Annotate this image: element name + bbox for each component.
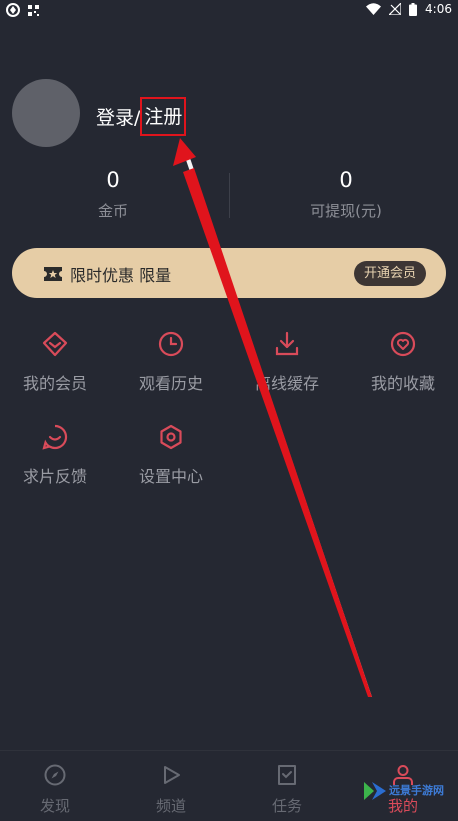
smile-icon <box>42 424 68 450</box>
vip-promo-banner[interactable]: 限时优惠 限量 开通会员 <box>12 248 446 298</box>
withdrawable-stat[interactable]: 0 可提现(元) <box>266 168 426 221</box>
ticket-star-icon <box>44 267 62 281</box>
menu-label: 我的会员 <box>22 374 87 393</box>
withdrawable-value: 0 <box>339 168 353 192</box>
no-signal-icon <box>389 3 402 15</box>
diamond-icon <box>42 331 68 357</box>
tab-channel[interactable]: 频道 <box>131 763 211 816</box>
login-link[interactable]: 登录/ <box>96 103 140 130</box>
menu-item-offline-cache[interactable]: 离线缓存 <box>237 328 337 394</box>
download-icon <box>275 331 299 356</box>
menu-label: 离线缓存 <box>254 374 319 393</box>
promo-text: 限时优惠 限量 <box>70 266 172 285</box>
stats-divider <box>229 173 230 218</box>
tab-label: 发现 <box>39 797 70 815</box>
qr-notification-icon <box>28 4 39 16</box>
menu-item-watch-history[interactable]: 观看历史 <box>121 328 221 394</box>
menu-item-request-feedback[interactable]: 求片反馈 <box>5 421 105 487</box>
menu-label: 我的收藏 <box>370 374 435 393</box>
tab-label: 频道 <box>155 797 186 815</box>
watermark-logo-icon <box>364 782 386 800</box>
login-register[interactable]: 登录/ 注册 <box>96 97 187 136</box>
tab-tasks[interactable]: 任务 <box>247 763 327 816</box>
compass-icon <box>44 764 66 786</box>
coins-label: 金币 <box>97 202 128 220</box>
site-watermark: 远景手游网 <box>364 782 444 800</box>
tab-label: 任务 <box>271 797 302 815</box>
menu-item-my-vip[interactable]: 我的会员 <box>5 328 105 394</box>
clock-icon <box>158 331 184 357</box>
open-vip-button[interactable]: 开通会员 <box>353 261 426 286</box>
battery-icon <box>409 2 418 16</box>
wifi-icon <box>366 3 382 15</box>
register-link[interactable]: 注册 <box>140 97 187 136</box>
gear-icon <box>160 424 182 450</box>
avatar[interactable] <box>12 79 80 147</box>
coins-value: 0 <box>106 168 120 192</box>
app-notification-icon <box>6 3 20 17</box>
coins-stat[interactable]: 0 金币 <box>33 168 193 221</box>
tab-discover[interactable]: 发现 <box>15 763 95 816</box>
play-icon <box>164 766 180 784</box>
withdrawable-label: 可提现(元) <box>310 202 382 220</box>
menu-label: 观看历史 <box>138 374 203 393</box>
status-time: 4:06 <box>425 2 452 16</box>
watermark-text: 远景手游网 <box>389 784 444 797</box>
status-bar: 4:06 <box>0 0 458 20</box>
menu-item-settings[interactable]: 设置中心 <box>121 421 221 487</box>
heart-icon <box>390 331 416 357</box>
menu-label: 求片反馈 <box>22 467 87 486</box>
menu-label: 设置中心 <box>138 467 203 486</box>
menu-item-favorites[interactable]: 我的收藏 <box>353 328 453 394</box>
task-icon <box>278 765 296 785</box>
